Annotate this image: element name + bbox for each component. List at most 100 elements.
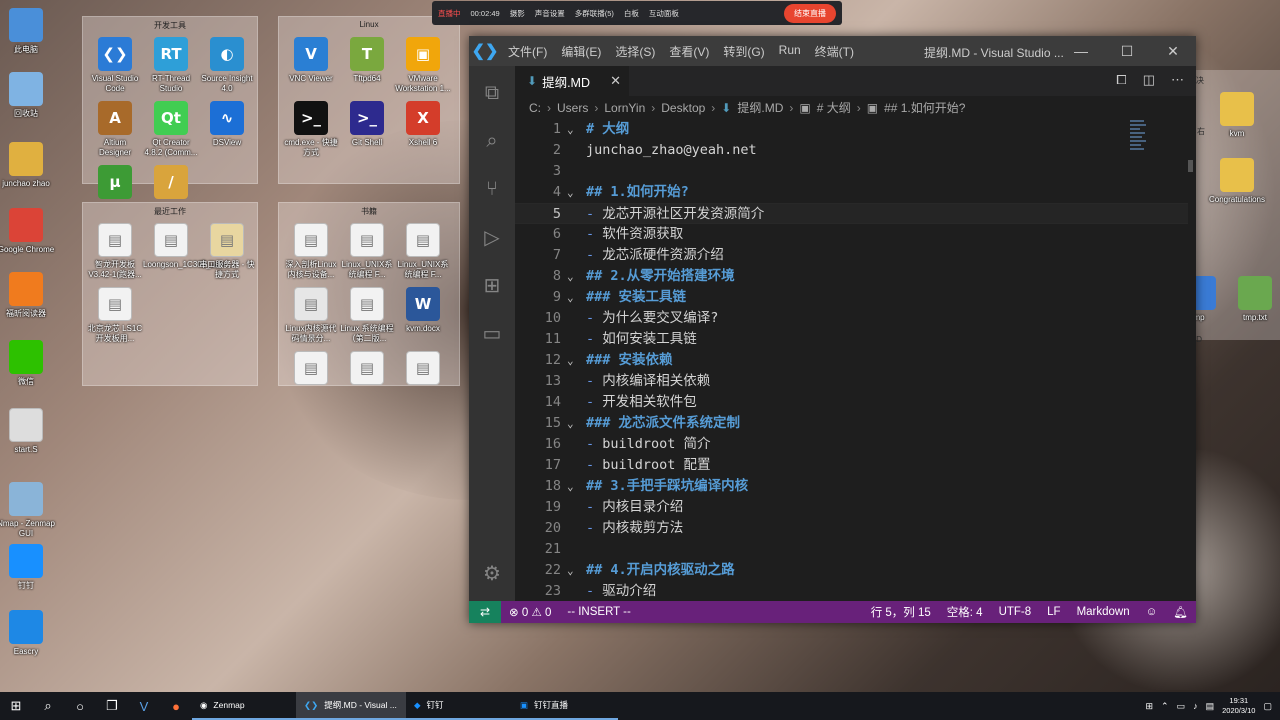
fold-chevron-icon[interactable]: ⌄ — [567, 560, 574, 581]
desktop-shortcut[interactable]: ▤ 北京龙芯 LS1C开发板用... — [87, 287, 143, 344]
firefox-icon[interactable]: ● — [160, 692, 192, 720]
desktop-shortcut[interactable]: X Xshell 6 — [395, 101, 451, 148]
problems-indicator[interactable]: ⊗ 0 ⚠ 0 — [501, 605, 559, 619]
desktop-shortcut[interactable]: μ — [87, 165, 143, 202]
desktop-shortcut[interactable]: Google Chrome — [0, 208, 58, 255]
desktop-shortcut[interactable]: ∿ DSView — [199, 101, 255, 148]
breadcrumb-item[interactable]: 提纲.MD — [737, 99, 783, 116]
fold-chevron-icon[interactable]: ⌄ — [567, 287, 574, 308]
fold-chevron-icon[interactable]: ⌄ — [567, 413, 574, 434]
breadcrumb-item[interactable]: # 大纲 — [817, 99, 851, 116]
split-editor-icon[interactable]: ◫ — [1143, 72, 1155, 88]
extensions-icon[interactable]: ⊞ — [469, 262, 515, 308]
desktop-shortcut[interactable]: ◐ Source Insight 4.0 — [199, 37, 255, 94]
desktop-shortcut[interactable]: ▤ — [283, 351, 339, 388]
maximize-button[interactable]: ☐ — [1104, 36, 1150, 66]
tab-outline-md[interactable]: ⬇ 提纲.MD ✕ — [515, 66, 629, 96]
breadcrumb-item[interactable]: C: — [529, 101, 541, 115]
input-method-icon[interactable]: ▤ — [1206, 701, 1215, 712]
editor-area[interactable]: 1 ⌄ # 大纲 2 junchao_zhao@yeah.net 3 4 ⌄ ## 1.如何开始… — [515, 118, 1188, 601]
desktop-shortcut[interactable]: >_ cmd.exe - 快捷方式 — [283, 101, 339, 158]
taskbar-app-dingtalk[interactable]: ◆ 钉钉 — [406, 692, 512, 720]
desktop-shortcut[interactable]: V VNC Viewer — [283, 37, 339, 84]
search-icon[interactable]: ⌕ — [469, 118, 515, 164]
desktop-shortcut[interactable]: ▤ Linux_UNIX系统编程 F... — [395, 223, 451, 280]
desktop-shortcut[interactable]: ▤ 智龙开发板V3.42-1(跑器... — [87, 223, 143, 280]
language-mode[interactable]: Markdown — [1069, 606, 1138, 618]
desktop-shortcut[interactable]: kvm — [1208, 92, 1266, 139]
desktop-shortcut[interactable]: tmp.txt — [1226, 276, 1280, 323]
search-icon[interactable]: ⌕ — [32, 692, 64, 720]
tray-expand-icon[interactable]: ⌃ — [1161, 701, 1169, 712]
live-item-multi-group[interactable]: 多群联播(5) — [575, 8, 614, 19]
menu-item[interactable]: 终端(T) — [808, 43, 861, 60]
live-item-whiteboard[interactable]: 白板 — [624, 8, 639, 19]
feedback-icon[interactable]: ☺ — [1138, 606, 1166, 618]
desktop-shortcut[interactable]: ▤ — [339, 351, 395, 388]
desktop-shortcut[interactable]: 钉钉 — [0, 544, 58, 591]
taskbar-app-dingtalk-live[interactable]: ▣ 钉钉直播 — [512, 692, 618, 720]
desktop-shortcut[interactable]: ▣ VMware Workstation 1... — [395, 37, 451, 94]
network-icon[interactable]: ▭ — [1177, 701, 1186, 712]
breadcrumb-item[interactable]: ## 1.如何开始? — [884, 99, 965, 116]
settings-gear-icon[interactable]: ⚙ — [469, 550, 515, 596]
vnc-taskbar-icon[interactable]: V — [128, 692, 160, 720]
desktop-shortcut[interactable]: ▤ 串口服务器 - 快捷方式 — [199, 223, 255, 280]
desktop-shortcut[interactable]: junchao zhao — [0, 142, 58, 189]
desktop-shortcut[interactable]: Qt Qt Creator 4.8.2 (Comm... — [143, 101, 199, 158]
desktop-shortcut[interactable]: 回收站 — [0, 72, 58, 119]
cortana-icon[interactable]: ○ — [64, 692, 96, 720]
desktop-shortcut[interactable]: 此电脑 — [0, 8, 58, 55]
desktop-shortcut[interactable]: ▤ Linux内核源代码情景分... — [283, 287, 339, 344]
breadcrumb-item[interactable]: Users — [557, 101, 588, 115]
notification-center-icon[interactable]: ▢ — [1263, 701, 1272, 712]
menu-item[interactable]: Run — [772, 43, 808, 60]
fold-chevron-icon[interactable]: ⌄ — [567, 476, 574, 497]
scrollbar[interactable] — [1188, 160, 1193, 172]
explorer-icon[interactable]: ⧉ — [469, 70, 515, 116]
desktop-shortcut[interactable]: ▤ — [395, 351, 451, 388]
desktop-shortcut[interactable]: ❮❯ Visual Studio Code — [87, 37, 143, 94]
volume-icon[interactable]: ♪ — [1193, 701, 1198, 711]
desktop-shortcut[interactable]: 微信 — [0, 340, 58, 387]
minimize-button[interactable]: — — [1058, 36, 1104, 66]
breadcrumb-item[interactable]: Desktop — [661, 101, 705, 115]
live-item-camera[interactable]: 摄影 — [510, 8, 525, 19]
minimap[interactable] — [1130, 120, 1148, 160]
open-preview-icon[interactable]: ⧠ — [1116, 72, 1126, 88]
more-actions-icon[interactable]: ⋯ — [1171, 72, 1184, 88]
end-of-line[interactable]: LF — [1039, 606, 1068, 618]
menu-item[interactable]: 选择(S) — [608, 43, 662, 60]
task-view-icon[interactable]: ❐ — [96, 692, 128, 720]
source-control-icon[interactable]: ⑂ — [469, 166, 515, 212]
tray-app-icon[interactable]: ⊞ — [1145, 701, 1153, 712]
menu-item[interactable]: 查看(V) — [662, 43, 716, 60]
desktop-shortcut[interactable]: start.S — [0, 408, 58, 455]
fold-chevron-icon[interactable]: ⌄ — [567, 350, 574, 371]
desktop-shortcut[interactable]: ▤ 深入剖析Linux内核与设备... — [283, 223, 339, 280]
remote-indicator-icon[interactable]: ⇄ — [469, 601, 501, 623]
encoding[interactable]: UTF-8 — [991, 606, 1040, 618]
desktop-shortcut[interactable]: A Altium Designer — [87, 101, 143, 158]
desktop-shortcut[interactable]: Wkvm.docx — [395, 287, 451, 334]
menu-item[interactable]: 转到(G) — [716, 43, 771, 60]
close-button[interactable]: ✕ — [1150, 36, 1196, 66]
desktop-shortcut[interactable]: RT RT-Thread Studio — [143, 37, 199, 94]
indentation[interactable]: 空格: 4 — [939, 604, 991, 620]
notifications-bell-icon[interactable]: 🔔︎ — [1165, 605, 1196, 619]
fold-chevron-icon[interactable]: ⌄ — [567, 182, 574, 203]
menu-item[interactable]: 文件(F) — [501, 43, 554, 60]
desktop-shortcut[interactable]: ▤ Linux_UNIX系统编程 F... — [339, 223, 395, 280]
desktop-shortcut[interactable]: / — [143, 165, 199, 202]
run-debug-icon[interactable]: ▷ — [469, 214, 515, 260]
desktop-shortcut[interactable]: 福昕阅读器 — [0, 272, 58, 319]
desktop-shortcut[interactable]: Congratulations — [1208, 158, 1266, 205]
fold-chevron-icon[interactable]: ⌄ — [567, 266, 574, 287]
tab-close-icon[interactable]: ✕ — [610, 73, 621, 89]
breadcrumb-item[interactable]: LornYin — [604, 101, 645, 115]
taskbar-app-zenmap[interactable]: ◉ Zenmap — [192, 692, 296, 720]
live-item-interaction-panel[interactable]: 互动面板 — [649, 8, 679, 19]
desktop-shortcut[interactable]: T Tftpd64 — [339, 37, 395, 84]
taskbar-app-vscode[interactable]: ❮❯ 提纲.MD - Visual ... — [296, 692, 406, 720]
end-live-button[interactable]: 结束直播 — [784, 3, 836, 23]
